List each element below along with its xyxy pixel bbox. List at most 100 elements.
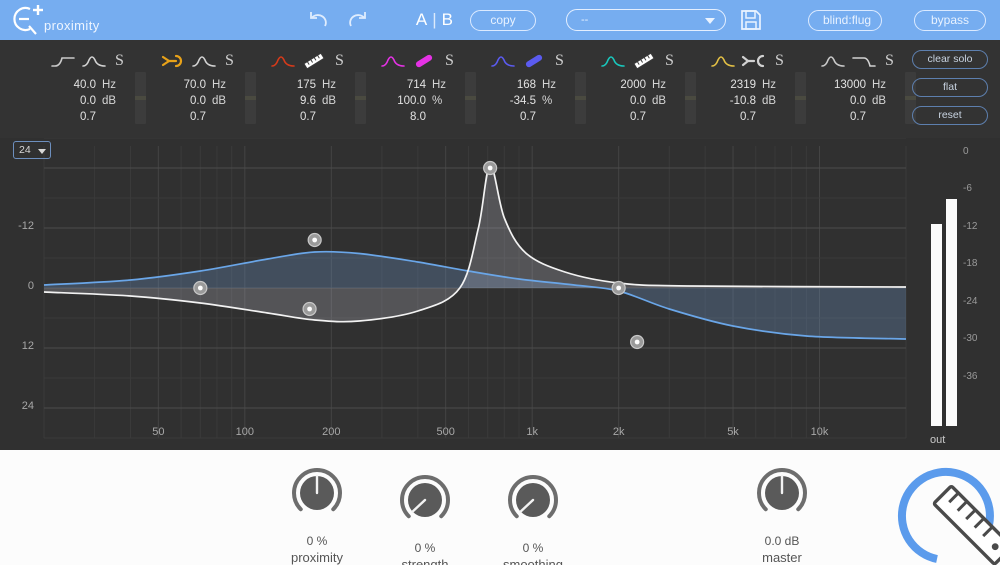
strength-dial[interactable]	[365, 472, 485, 530]
save-icon[interactable]	[740, 9, 762, 31]
node-band3[interactable]	[307, 232, 322, 248]
master-dial[interactable]	[722, 465, 842, 523]
knob-master[interactable]: 0.0 dB master	[722, 465, 842, 565]
band-5-solo-button[interactable]: S	[555, 52, 564, 70]
smoothing-dial[interactable]	[473, 472, 593, 530]
ab-a-label[interactable]: A	[416, 10, 428, 30]
bell-icon[interactable]	[380, 52, 406, 70]
band-3-solo-button[interactable]: S	[335, 52, 344, 70]
node-band6[interactable]	[611, 280, 626, 296]
ab-compare-toggle[interactable]: A | B	[416, 10, 454, 30]
band-6-slider-thumb[interactable]	[685, 96, 696, 100]
band-6-solo-button[interactable]: S	[665, 52, 674, 70]
band-4[interactable]: S 714 Hz 100.0% 8.0	[374, 40, 484, 138]
proximity-dial[interactable]	[257, 465, 377, 523]
band-6-slider[interactable]	[685, 72, 696, 124]
band-3-q-value: 0.7	[300, 111, 316, 123]
node-band4[interactable]	[483, 160, 498, 176]
low-shelf-icon[interactable]	[50, 52, 76, 70]
band-5[interactable]: S 168 Hz -34.5% 0.7	[484, 40, 594, 138]
band-2-solo-button[interactable]: S	[225, 52, 234, 70]
eq-graph[interactable]: 24 -12 0 12 24 50 100 200 500 1k 2k 5k 10k	[0, 137, 1000, 450]
band-3-gain-value: 9.6	[300, 95, 316, 107]
band-7-solo-button[interactable]: S	[775, 52, 784, 70]
band-1[interactable]: S 40.0 Hz 0.0 dB 0.7	[44, 40, 154, 138]
reset-button[interactable]: reset	[912, 106, 988, 125]
meter-bar-right	[946, 198, 957, 426]
band-4-frequency-unit: Hz	[432, 79, 447, 91]
band-2-slider[interactable]	[245, 72, 256, 124]
y-axis-label: 12	[21, 340, 34, 352]
node-band7[interactable]	[630, 334, 645, 350]
band-5-slider[interactable]	[575, 72, 586, 124]
horseshoe-icon[interactable]	[160, 52, 186, 70]
header-bar: proximity A | B copy -- blind:flug bypas…	[0, 0, 1000, 40]
preset-dropdown[interactable]: --	[566, 9, 726, 31]
band-6-q-unit	[646, 109, 672, 125]
band-4-solo-button[interactable]: S	[445, 52, 454, 70]
bell-icon[interactable]	[270, 52, 296, 70]
bell-icon[interactable]	[81, 52, 107, 70]
band-5-slider-thumb[interactable]	[575, 96, 586, 100]
node-band2[interactable]	[193, 280, 208, 296]
high-shelf-icon[interactable]	[851, 52, 877, 70]
node-band7-center	[634, 339, 640, 345]
blindflug-button[interactable]: blind:flug	[808, 9, 882, 31]
x-axis-label: 5k	[727, 426, 739, 438]
bell-icon[interactable]	[191, 52, 217, 70]
band-4-frequency-value: 714	[406, 79, 426, 91]
band-7[interactable]: S 2319 Hz -10.8 dB 0.7	[704, 40, 814, 138]
band-1-slider[interactable]	[135, 72, 146, 124]
scale-dropdown[interactable]: 24	[13, 141, 51, 159]
band-3-frequency-value: 175	[296, 79, 316, 91]
band-1-solo-button[interactable]: S	[115, 52, 124, 70]
band-7-gain-unit: dB	[762, 95, 777, 107]
band-7-slider-thumb[interactable]	[795, 96, 806, 100]
bell-icon[interactable]	[710, 52, 736, 70]
band-2-q-unit	[206, 109, 232, 125]
band-2[interactable]: S 70.0 Hz 0.0 dB 0.7	[154, 40, 264, 138]
bell-icon[interactable]	[600, 52, 626, 70]
band-4-slider[interactable]	[465, 72, 476, 124]
band-8-gain-value: 0.0	[850, 95, 866, 107]
band-3-slider-thumb[interactable]	[355, 96, 366, 100]
eq-curve-canvas[interactable]	[0, 137, 1000, 450]
bell-icon[interactable]	[820, 52, 846, 70]
band-2-slider-thumb[interactable]	[245, 96, 256, 100]
bypass-button[interactable]: bypass	[914, 9, 986, 31]
node-band5[interactable]	[302, 301, 317, 317]
strength-label: strength	[401, 557, 449, 565]
proximity-value: 0 %	[306, 534, 328, 548]
band-1-gain-unit: dB	[102, 95, 117, 107]
band-3-slider[interactable]	[355, 72, 366, 124]
band-2-q-value: 0.7	[190, 111, 206, 123]
band-7-slider[interactable]	[795, 72, 806, 124]
strength-value: 0 %	[414, 541, 436, 555]
horseshoe-left-icon[interactable]	[741, 52, 767, 70]
undo-icon[interactable]	[306, 9, 330, 31]
band-3[interactable]: S 175 Hz 9.6 dB 0.7	[264, 40, 374, 138]
ruler-bar-icon[interactable]	[411, 52, 437, 70]
knob-proximity[interactable]: 0 % proximity	[257, 465, 377, 565]
knob-smoothing[interactable]: 0 % smoothing	[473, 472, 593, 565]
ruler-icon[interactable]	[631, 52, 657, 70]
chevron-down-icon	[705, 18, 715, 24]
band-8-icons: S	[814, 50, 924, 72]
undo-redo-group	[306, 9, 370, 31]
node-band3-center	[312, 237, 318, 243]
clear-solo-button[interactable]: clear solo	[912, 50, 988, 69]
band-8-solo-button[interactable]: S	[885, 52, 894, 70]
bell-icon[interactable]	[490, 52, 516, 70]
redo-icon[interactable]	[346, 9, 370, 31]
ab-b-label[interactable]: B	[442, 10, 454, 30]
band-6[interactable]: S 2000 Hz 0.0 dB 0.7	[594, 40, 704, 138]
knob-strength[interactable]: 0 % strength	[365, 472, 485, 565]
copy-button[interactable]: copy	[470, 9, 536, 31]
band-8[interactable]: S 13000 Hz 0.0 dB 0.7	[814, 40, 924, 138]
ruler-bar-icon[interactable]	[521, 52, 547, 70]
band-1-slider-thumb[interactable]	[135, 96, 146, 100]
ruler-icon[interactable]	[301, 52, 327, 70]
band-4-slider-thumb[interactable]	[465, 96, 476, 100]
flat-button[interactable]: flat	[912, 78, 988, 97]
band-1-q-unit	[96, 109, 122, 125]
